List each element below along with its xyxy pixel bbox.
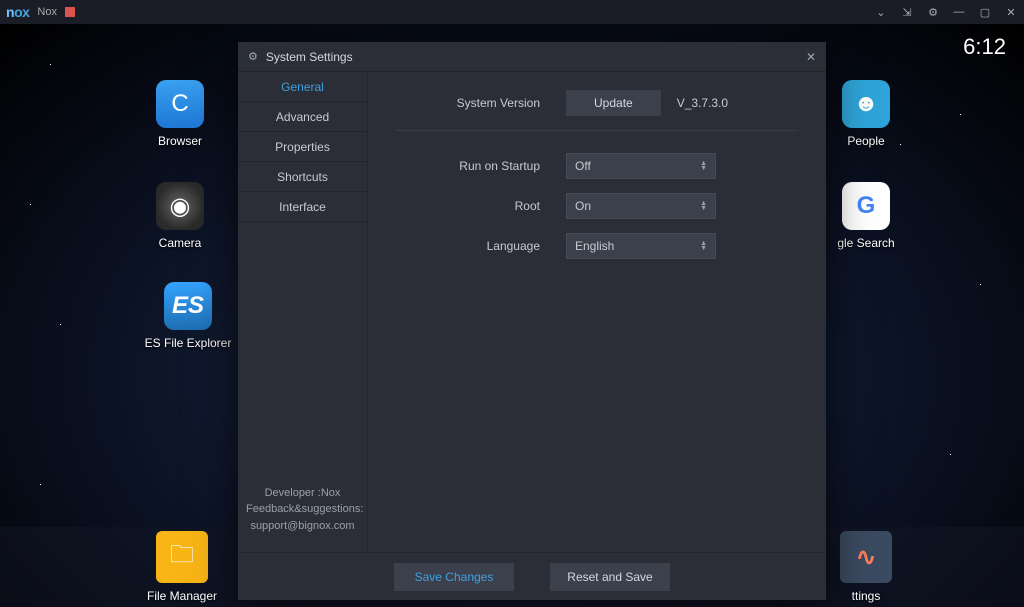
dock-file-manager[interactable]: 🗀 File Manager	[142, 531, 222, 603]
sidebar-item-general[interactable]: General	[238, 72, 367, 102]
row-run-on-startup: Run on Startup Off ▲▼	[396, 153, 798, 179]
app-es-file-explorer[interactable]: ES ES File Explorer	[140, 282, 236, 350]
dialog-header: ⚙ System Settings ✕	[238, 42, 826, 72]
sidebar-item-label: Advanced	[276, 110, 329, 124]
dropdown-value: Off	[575, 159, 591, 173]
es-icon: ES	[164, 282, 212, 330]
spinner-icon: ▲▼	[700, 241, 707, 251]
chevron-down-icon[interactable]: ⌄	[874, 5, 888, 19]
save-changes-button[interactable]: Save Changes	[394, 563, 514, 591]
sidebar-item-label: Shortcuts	[277, 170, 328, 184]
close-icon[interactable]: ✕	[806, 50, 816, 64]
people-icon: ☻	[842, 80, 890, 128]
pin-icon[interactable]: ⇲	[900, 5, 914, 19]
sidebar-item-label: Interface	[279, 200, 326, 214]
dock-label: ttings	[826, 589, 906, 603]
app-label: Browser	[140, 134, 220, 148]
notification-badge-icon[interactable]	[65, 7, 75, 17]
dialog-title: System Settings	[266, 50, 353, 64]
sidebar-item-label: Properties	[275, 140, 330, 154]
sidebar-item-label: General	[281, 80, 324, 94]
feedback-label: Feedback&suggestions:	[246, 501, 359, 518]
maximize-icon[interactable]: ▢	[978, 5, 992, 19]
dock-label: File Manager	[142, 589, 222, 603]
sidebar-footer: Developer :Nox Feedback&suggestions: sup…	[238, 471, 367, 553]
sidebar-item-interface[interactable]: Interface	[238, 192, 367, 222]
spinner-icon: ▲▼	[700, 201, 707, 211]
clock: 6:12	[963, 34, 1006, 60]
row-language: Language English ▲▼	[396, 233, 798, 259]
camera-icon: ◉	[156, 182, 204, 230]
label-system-version: System Version	[396, 96, 566, 110]
app-label: Camera	[140, 236, 220, 250]
app-label: People	[826, 134, 906, 148]
button-label: Reset and Save	[567, 570, 652, 584]
titlebar: nox Nox ⌄ ⇲ ⚙ — ▢ ✕	[0, 0, 1024, 24]
label-root: Root	[396, 199, 566, 213]
dropdown-value: On	[575, 199, 591, 213]
dropdown-language[interactable]: English ▲▼	[566, 233, 716, 259]
row-root: Root On ▲▼	[396, 193, 798, 219]
app-browser[interactable]: C Browser	[140, 80, 220, 148]
sidebar-item-properties[interactable]: Properties	[238, 132, 367, 162]
row-system-version: System Version Update V_3.7.3.0	[396, 90, 798, 116]
sidebar-item-advanced[interactable]: Advanced	[238, 102, 367, 132]
gear-icon[interactable]: ⚙	[926, 5, 940, 19]
sliders-icon: ∿	[840, 531, 892, 583]
sidebar-item-shortcuts[interactable]: Shortcuts	[238, 162, 367, 192]
label-language: Language	[396, 239, 566, 253]
label-run-on-startup: Run on Startup	[396, 159, 566, 173]
dialog-body: General Advanced Properties Shortcuts In…	[238, 72, 826, 552]
titlebar-title: Nox	[37, 6, 57, 18]
settings-main: System Version Update V_3.7.3.0 Run on S…	[368, 72, 826, 552]
nox-logo: nox	[6, 4, 29, 20]
update-button[interactable]: Update	[566, 90, 661, 116]
titlebar-controls: ⌄ ⇲ ⚙ — ▢ ✕	[874, 5, 1018, 19]
dock-settings[interactable]: ∿ ttings	[826, 531, 906, 603]
minimize-icon[interactable]: —	[952, 5, 966, 19]
spinner-icon: ▲▼	[700, 161, 707, 171]
titlebar-left: nox Nox	[6, 4, 75, 20]
settings-sidebar: General Advanced Properties Shortcuts In…	[238, 72, 368, 552]
reset-and-save-button[interactable]: Reset and Save	[550, 563, 670, 591]
google-g-icon: G	[842, 182, 890, 230]
separator	[396, 130, 798, 131]
close-icon[interactable]: ✕	[1004, 5, 1018, 19]
app-label: ES File Explorer	[140, 336, 236, 350]
app-label: gle Search	[826, 236, 906, 250]
desktop: 6:12 C Browser ◉ Camera ES ES File Explo…	[0, 24, 1024, 607]
system-settings-dialog: ⚙ System Settings ✕ General Advanced Pro…	[238, 42, 826, 600]
app-google-search[interactable]: G gle Search	[826, 182, 906, 250]
button-label: Save Changes	[415, 570, 494, 584]
gear-icon: ⚙	[248, 50, 258, 63]
version-text: V_3.7.3.0	[677, 96, 728, 110]
dropdown-root[interactable]: On ▲▼	[566, 193, 716, 219]
developer-text: Developer :Nox	[246, 485, 359, 502]
dropdown-value: English	[575, 239, 614, 253]
app-people[interactable]: ☻ People	[826, 80, 906, 148]
app-camera[interactable]: ◉ Camera	[140, 182, 220, 250]
folder-icon: 🗀	[156, 531, 208, 583]
browser-icon: C	[156, 80, 204, 128]
dropdown-run-on-startup[interactable]: Off ▲▼	[566, 153, 716, 179]
feedback-email: support@bignox.com	[246, 518, 359, 535]
dialog-footer: Save Changes Reset and Save	[238, 552, 826, 600]
